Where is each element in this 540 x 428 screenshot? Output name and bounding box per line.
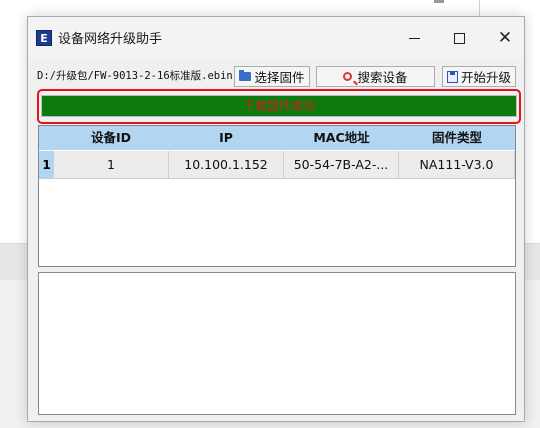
search-devices-label: 搜索设备 [357,70,408,85]
firmware-path-text: D:/升级包/FW-9013-2-16标准版.ebin [37,70,233,82]
log-output-box[interactable] [38,272,516,415]
maximize-icon [453,32,465,44]
upgrade-assistant-window: E 设备网络升级助手 ✕ D:/升级包/FW-9013-2-16标准版.ebin… [27,16,525,422]
select-firmware-label: 选择固件 [254,70,305,85]
cell-firmware-type[interactable]: NA111-V3.0 [399,151,515,179]
start-upgrade-label: 开始升级 [460,70,511,85]
search-devices-button[interactable]: 搜索设备 [316,66,435,87]
firmware-path-field[interactable]: D:/升级包/FW-9013-2-16标准版.ebin [37,67,235,86]
title-bar[interactable]: E 设备网络升级助手 ✕ [28,17,524,59]
cell-device-id[interactable]: 1 [54,151,169,179]
table-corner [39,126,54,150]
search-icon [343,72,353,81]
minimize-button[interactable] [401,26,427,50]
minimize-icon [408,37,420,39]
close-icon: ✕ [497,28,513,48]
cell-ip[interactable]: 10.100.1.152 [169,151,284,179]
download-progress-bar: 下载固件成功 [41,95,517,117]
start-upgrade-button[interactable]: 开始升级 [442,66,516,87]
row-number[interactable]: 1 [39,151,54,179]
device-table[interactable]: 设备ID IP MAC地址 固件类型 1 1 10.100.1.152 50-5… [38,125,516,267]
app-icon: E [36,30,52,46]
progress-highlight: 下载固件成功 [37,89,521,124]
select-firmware-button[interactable]: 选择固件 [234,66,310,87]
column-header-firmware-type[interactable]: 固件类型 [399,126,515,150]
progress-status-text: 下载固件成功 [242,99,315,113]
close-button[interactable]: ✕ [492,26,518,50]
save-icon [446,70,458,83]
column-header-device-id[interactable]: 设备ID [54,126,168,150]
cell-mac[interactable]: 50-54-7B-A2-... [284,151,399,179]
background-divider [479,0,480,16]
folder-open-icon [239,70,252,81]
background-mark [434,0,444,3]
maximize-button[interactable] [446,26,472,50]
column-header-ip[interactable]: IP [168,126,284,150]
window-title: 设备网络升级助手 [58,32,163,47]
column-header-mac[interactable]: MAC地址 [284,126,399,150]
